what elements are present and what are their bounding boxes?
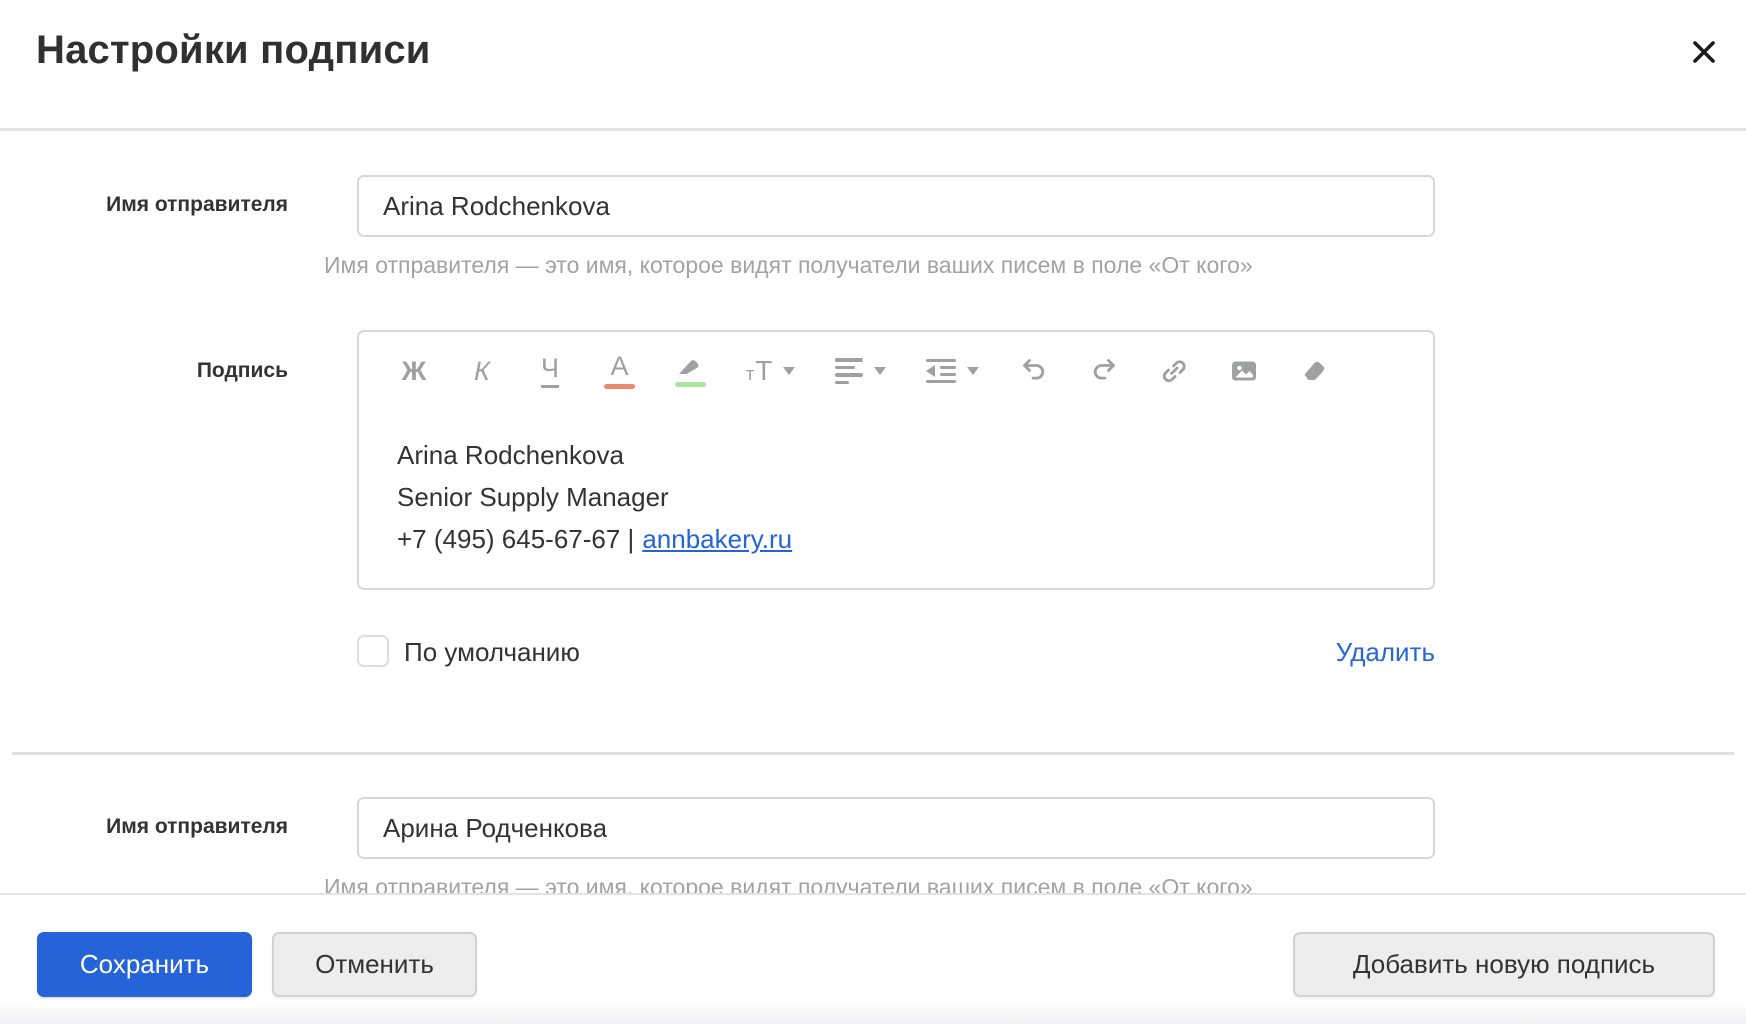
chevron-down-icon — [783, 367, 795, 375]
font-size-button[interactable]: тТ — [746, 353, 795, 389]
signature-website-link[interactable]: annbakery.ru — [642, 524, 792, 554]
highlight-button[interactable] — [675, 353, 706, 389]
signature-editor: Ж К Ч А — [357, 330, 1435, 590]
signature-line: Arina Rodchenkova — [397, 434, 1403, 476]
underline-icon: Ч — [541, 355, 559, 388]
close-button[interactable] — [1684, 32, 1724, 72]
font-color-button[interactable]: А — [604, 353, 635, 389]
insert-image-button[interactable] — [1229, 353, 1259, 389]
sender-name-input-bottom[interactable] — [357, 797, 1435, 859]
italic-button[interactable]: К — [468, 353, 496, 389]
highlighter-icon — [675, 356, 706, 387]
redo-icon — [1089, 356, 1119, 386]
font-size-icon: тТ — [746, 355, 772, 387]
save-button[interactable]: Сохранить — [37, 932, 252, 997]
bold-icon: Ж — [402, 358, 426, 385]
bold-button[interactable]: Ж — [400, 353, 428, 389]
cancel-button[interactable]: Отменить — [272, 932, 477, 997]
indent-button[interactable] — [926, 353, 979, 389]
chevron-down-icon — [967, 367, 979, 375]
undo-button[interactable] — [1019, 353, 1049, 389]
clear-formatting-button[interactable] — [1299, 353, 1329, 389]
sender-name-label-bottom: Имя отправителя — [36, 815, 288, 839]
default-checkbox-label: По умолчанию — [404, 637, 580, 668]
link-button[interactable] — [1159, 353, 1189, 389]
editor-toolbar: Ж К Ч А — [359, 332, 1433, 410]
eraser-icon — [1299, 356, 1329, 386]
align-button[interactable] — [835, 353, 886, 389]
italic-icon: К — [474, 358, 490, 385]
signature-text-area[interactable]: Arina Rodchenkova Senior Supply Manager … — [359, 410, 1433, 560]
undo-icon — [1019, 356, 1049, 386]
font-color-icon: А — [604, 353, 635, 389]
chevron-down-icon — [874, 367, 886, 375]
dialog-footer: Сохранить Отменить Добавить новую подпис… — [0, 893, 1746, 1024]
signature-settings-dialog: Настройки подписи Имя отправителя Имя от… — [0, 0, 1746, 1024]
signature-line: +7 (495) 645-67-67 | annbakery.ru — [397, 518, 1403, 560]
signature-line: Senior Supply Manager — [397, 476, 1403, 518]
align-left-icon — [835, 358, 863, 384]
signature-label: Подпись — [36, 359, 288, 383]
sender-name-input-top[interactable] — [357, 175, 1435, 237]
dialog-title: Настройки подписи — [36, 28, 431, 73]
add-new-signature-button[interactable]: Добавить новую подпись — [1293, 932, 1715, 997]
sender-name-hint-top: Имя отправителя — это имя, которое видят… — [324, 252, 1253, 279]
header-divider — [0, 128, 1746, 131]
footer-left-buttons: Сохранить Отменить — [37, 932, 477, 997]
default-checkbox[interactable] — [357, 635, 389, 667]
delete-signature-link[interactable]: Удалить — [1336, 637, 1435, 668]
underline-button[interactable]: Ч — [536, 353, 564, 389]
image-icon — [1229, 356, 1259, 386]
redo-button[interactable] — [1089, 353, 1119, 389]
link-icon — [1159, 356, 1189, 386]
signature-phone: +7 (495) 645-67-67 | — [397, 524, 634, 554]
section-divider — [12, 752, 1734, 755]
close-icon — [1688, 36, 1720, 68]
outdent-icon — [926, 359, 956, 384]
sender-name-label-top: Имя отправителя — [36, 193, 288, 217]
